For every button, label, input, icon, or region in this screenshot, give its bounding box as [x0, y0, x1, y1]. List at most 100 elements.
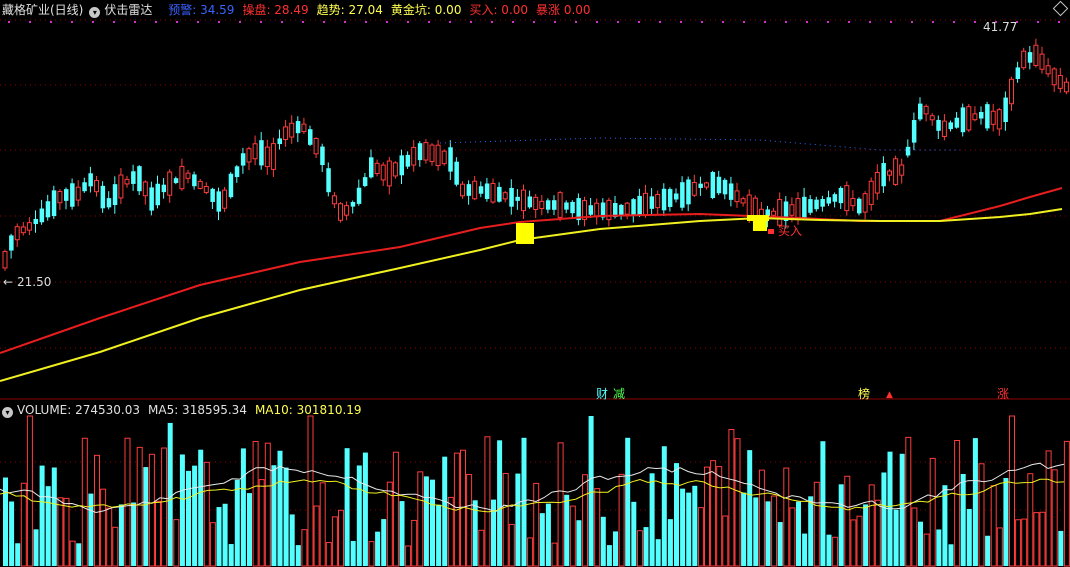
signal-dot — [806, 21, 808, 23]
candle-body-down — [350, 201, 356, 207]
volume-bar-up — [716, 466, 723, 567]
volume-bar-up — [728, 428, 735, 567]
volume-bar-down — [899, 453, 905, 566]
volume-bar-down — [680, 488, 686, 566]
volume-bar-up — [844, 475, 851, 567]
candle-body-down — [552, 200, 557, 210]
volume-bar-down — [521, 437, 527, 566]
stock-chart-window: 藏格矿业(日线) ▾ 伏击雷达 预警: 34.59 操盘: 28.49 趋势: 27.0… — [0, 0, 1070, 567]
candle-body-up — [289, 122, 295, 138]
candlestick-chart[interactable] — [0, 0, 1070, 567]
ma-red-line — [0, 187, 1063, 354]
signal-dot — [932, 21, 934, 23]
volume-bar-up — [307, 415, 314, 567]
volume-bar-down — [186, 470, 191, 566]
volume-bar-down — [240, 448, 246, 566]
candle-body-down — [51, 190, 57, 217]
candle-body-up — [1057, 74, 1063, 89]
signal-dot — [596, 21, 598, 23]
candle-body-up — [313, 137, 319, 155]
volume-bar-up — [533, 482, 540, 567]
candle-body-down — [277, 138, 282, 145]
signal-dot — [302, 21, 304, 23]
volume-bar-up — [813, 481, 820, 567]
candle-body-down — [234, 166, 240, 178]
candle-body-down — [106, 198, 112, 208]
candle-body-down — [405, 154, 411, 167]
volume-bar-up — [478, 529, 485, 567]
candle-body-up — [338, 203, 343, 221]
volume-bar-up — [856, 515, 863, 567]
volume-bar-down — [972, 438, 978, 566]
candle-body-up — [899, 164, 905, 176]
candle-body-down — [728, 183, 734, 200]
signal-dot — [323, 21, 325, 23]
candle-body-down — [619, 204, 624, 216]
candle-body-up — [746, 194, 752, 217]
candle-body-up — [850, 197, 856, 207]
candle-body-up — [441, 150, 447, 165]
volume-bar-down — [643, 527, 649, 566]
candle-body-down — [320, 146, 325, 166]
candle-body-up — [264, 146, 270, 168]
candle-body-down — [722, 179, 728, 195]
candle-body-up — [691, 181, 697, 196]
candle-body-up — [533, 196, 539, 211]
volume-bar-down — [948, 544, 954, 566]
golden-pit-block — [753, 221, 767, 231]
candle-body-up — [996, 109, 1002, 130]
signal-dot — [281, 21, 283, 23]
candle-body-up — [972, 113, 978, 121]
candle-body-up — [197, 180, 203, 189]
candle-body-up — [301, 123, 307, 133]
volume-bar-up — [63, 497, 70, 567]
volume-bar-up — [527, 537, 534, 567]
volume-bar-down — [985, 535, 991, 566]
candle-body-up — [124, 178, 130, 185]
volume-bar-up — [258, 479, 265, 567]
volume-bar-down — [277, 450, 283, 566]
volume-bar-up — [978, 463, 985, 567]
signal-dot — [407, 21, 409, 23]
candle-body-up — [142, 181, 148, 197]
volume-bar-up — [710, 460, 717, 567]
volume-bar-up — [1021, 518, 1028, 567]
candle-body-down — [918, 103, 923, 120]
candle-body-up — [14, 226, 20, 241]
volume-bar-up — [996, 527, 1003, 567]
candle-body-up — [1009, 78, 1014, 105]
candle-body-down — [210, 188, 215, 202]
volume-bar-down — [777, 522, 783, 566]
candle-body-down — [954, 117, 960, 128]
volume-bar-down — [838, 484, 844, 566]
volume-bar-up — [368, 541, 375, 567]
candle-body-up — [1045, 65, 1051, 75]
signal-dot — [743, 21, 745, 23]
volume-bar-down — [436, 504, 442, 566]
signal-dot — [113, 21, 115, 23]
candle-body-up — [1033, 44, 1039, 66]
high-price-label: 41.77 — [983, 20, 1018, 34]
volume-bar-up — [618, 473, 625, 567]
volume-bar-down — [765, 501, 771, 566]
candle-body-down — [137, 166, 142, 192]
volume-bar-up — [466, 474, 473, 567]
candle-body-up — [57, 190, 63, 204]
volume-bar-up — [325, 542, 332, 567]
candle-body-up — [893, 158, 899, 185]
candle-body-up — [874, 171, 880, 194]
volume-bar-down — [600, 516, 606, 566]
volume-bar-down — [588, 416, 594, 566]
candle-body-down — [155, 183, 160, 206]
candle-body-up — [624, 202, 630, 215]
volume-bar-up — [923, 533, 930, 567]
volume-bar-down — [881, 472, 887, 566]
candle-body-down — [100, 185, 106, 209]
volume-bar-down — [661, 446, 667, 566]
candle-body-down — [326, 168, 331, 193]
signal-dot — [92, 21, 94, 23]
candle-body-down — [832, 194, 838, 202]
volume-bar-down — [198, 449, 204, 566]
candle-body-down — [686, 179, 691, 205]
candle-body-up — [740, 198, 746, 204]
